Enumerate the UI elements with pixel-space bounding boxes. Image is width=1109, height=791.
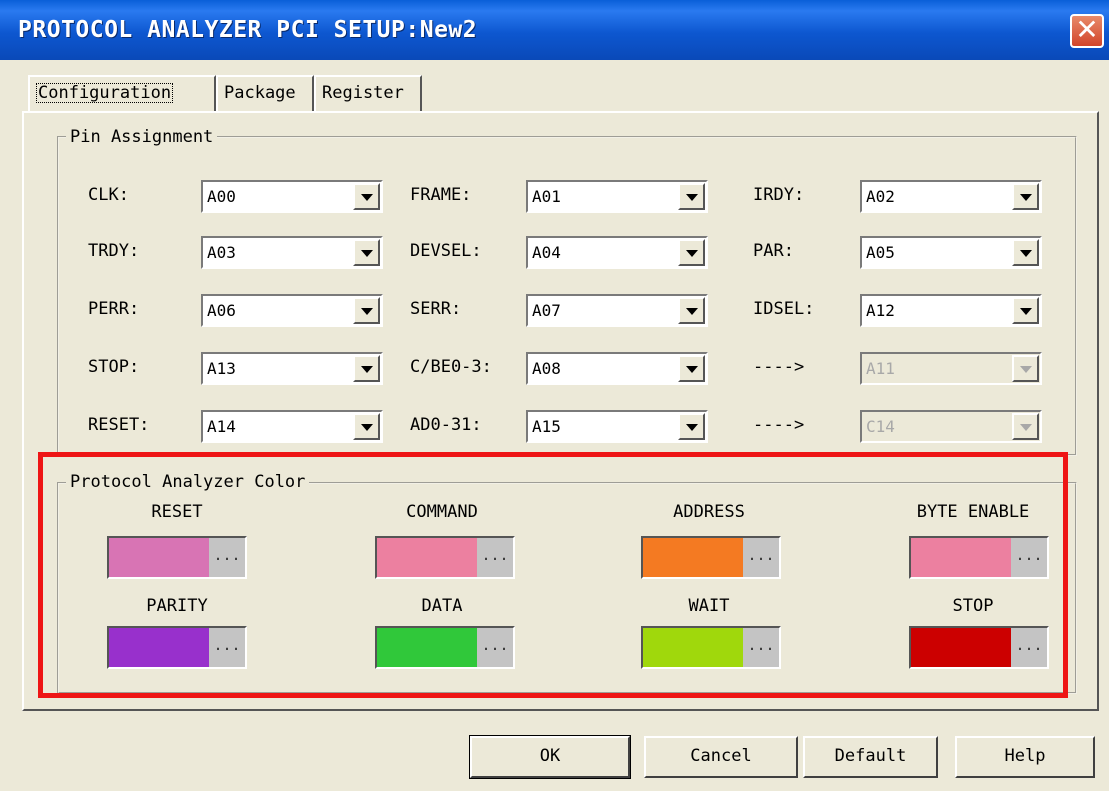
cancel-button[interactable]: Cancel <box>644 736 798 778</box>
pin-select[interactable]: A05 <box>860 236 1042 269</box>
window-title: PROTOCOL ANALYZER PCI SETUP:New2 <box>18 17 478 43</box>
pin-label: IRDY: <box>753 185 805 205</box>
chevron-down-icon[interactable] <box>678 239 705 266</box>
tab-configuration[interactable]: Configuration <box>28 75 216 112</box>
tab-register[interactable]: Register <box>314 75 422 112</box>
pin-select-value: A05 <box>866 243 895 262</box>
pin-label: ----> <box>753 415 805 435</box>
pin-select: C14 <box>860 410 1042 443</box>
highlight-box <box>38 452 1068 698</box>
pin-select: A11 <box>860 352 1042 385</box>
pin-label: TRDY: <box>88 241 140 261</box>
help-button[interactable]: Help <box>955 736 1095 778</box>
pin-select-value: A00 <box>207 187 236 206</box>
pin-select-value: A13 <box>207 359 236 378</box>
setup-dialog: PROTOCOL ANALYZER PCI SETUP:New2 ✕ Confi… <box>0 0 1109 791</box>
pin-select[interactable]: A03 <box>201 236 383 269</box>
pin-select-value: A03 <box>207 243 236 262</box>
pin-select-value: C14 <box>866 417 895 436</box>
chevron-down-icon[interactable] <box>678 355 705 382</box>
chevron-down-icon[interactable] <box>353 239 380 266</box>
pin-label: PAR: <box>753 241 794 261</box>
chevron-down-icon[interactable] <box>678 297 705 324</box>
pin-select-value: A12 <box>866 301 895 320</box>
pin-select-value: A15 <box>532 417 561 436</box>
pin-select-value: A02 <box>866 187 895 206</box>
chevron-down-icon[interactable] <box>678 413 705 440</box>
pin-label: CLK: <box>88 185 129 205</box>
chevron-down-icon[interactable] <box>678 183 705 210</box>
pin-select-value: A11 <box>866 359 895 378</box>
pin-label: FRAME: <box>410 185 472 205</box>
pin-select[interactable]: A06 <box>201 294 383 327</box>
pin-select-value: A06 <box>207 301 236 320</box>
chevron-down-icon[interactable] <box>353 297 380 324</box>
pin-select[interactable]: A07 <box>526 294 708 327</box>
pin-select[interactable]: A13 <box>201 352 383 385</box>
pin-label: IDSEL: <box>753 299 815 319</box>
pin-select[interactable]: A15 <box>526 410 708 443</box>
tab-package[interactable]: Package <box>216 75 314 112</box>
pin-select-value: A14 <box>207 417 236 436</box>
chevron-down-icon <box>1012 355 1039 382</box>
ok-button[interactable]: OK <box>469 735 631 779</box>
chevron-down-icon[interactable] <box>1012 297 1039 324</box>
pin-select[interactable]: A12 <box>860 294 1042 327</box>
pin-select[interactable]: A02 <box>860 180 1042 213</box>
tab-register-label: Register <box>322 83 404 103</box>
pin-select-value: A04 <box>532 243 561 262</box>
tab-package-label: Package <box>224 83 296 103</box>
title-bar[interactable]: PROTOCOL ANALYZER PCI SETUP:New2 ✕ <box>0 0 1109 60</box>
chevron-down-icon[interactable] <box>1012 183 1039 210</box>
chevron-down-icon[interactable] <box>1012 239 1039 266</box>
chevron-down-icon <box>1012 413 1039 440</box>
close-icon[interactable]: ✕ <box>1070 14 1104 48</box>
pin-label: PERR: <box>88 299 140 319</box>
pin-label: STOP: <box>88 357 140 377</box>
pin-select[interactable]: A01 <box>526 180 708 213</box>
pin-label: RESET: <box>88 415 150 435</box>
pin-select[interactable]: A04 <box>526 236 708 269</box>
chevron-down-icon[interactable] <box>353 413 380 440</box>
pin-select-value: A07 <box>532 301 561 320</box>
tab-configuration-label: Configuration <box>36 83 174 103</box>
pin-select[interactable]: A00 <box>201 180 383 213</box>
pin-label: C/BE0-3: <box>410 357 492 377</box>
pin-label: ----> <box>753 357 805 377</box>
pin-label: DEVSEL: <box>410 241 482 261</box>
chevron-down-icon[interactable] <box>353 183 380 210</box>
chevron-down-icon[interactable] <box>353 355 380 382</box>
default-button[interactable]: Default <box>803 736 938 778</box>
pin-label: SERR: <box>410 299 462 319</box>
pin-select-value: A01 <box>532 187 561 206</box>
pin-label: AD0-31: <box>410 415 482 435</box>
pin-select-value: A08 <box>532 359 561 378</box>
pin-select[interactable]: A08 <box>526 352 708 385</box>
pin-select[interactable]: A14 <box>201 410 383 443</box>
pin-assignment-title: Pin Assignment <box>66 127 218 147</box>
